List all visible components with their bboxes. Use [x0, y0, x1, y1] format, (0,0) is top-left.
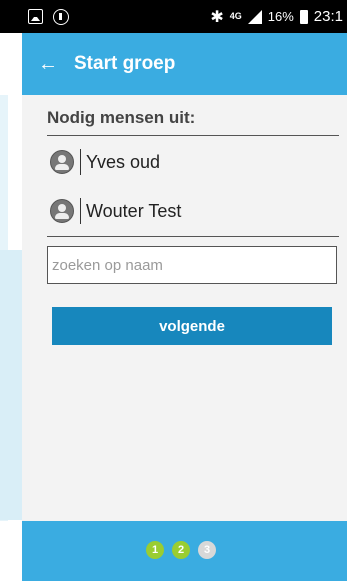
person-item[interactable]: Wouter Test	[50, 194, 181, 228]
back-arrow-icon[interactable]: ←	[22, 53, 60, 76]
signal-icon	[247, 9, 262, 24]
separator	[80, 149, 81, 175]
step-indicator: 1 2 3	[146, 541, 216, 559]
background-shape	[0, 250, 22, 520]
bluetooth-icon: ✱	[210, 8, 224, 26]
person-name: Wouter Test	[86, 200, 182, 221]
person-name: Yves oud	[86, 151, 161, 172]
footer-bar: 1 2 3	[22, 521, 347, 581]
next-button[interactable]: volgende	[52, 307, 332, 345]
status-bar: ✱ 4G 16% 23:1	[0, 0, 347, 33]
divider	[47, 135, 339, 136]
sync-notification-icon	[53, 8, 69, 25]
invite-section-title: Nodig mensen uit:	[47, 108, 196, 127]
network-type: 4G	[229, 11, 242, 21]
person-item[interactable]: Yves oud	[50, 145, 160, 179]
avatar-icon	[50, 150, 74, 174]
app-bar: ← Start groep	[22, 33, 347, 95]
step-2-indicator: 2	[172, 541, 190, 559]
battery-percentage: 16%	[267, 9, 294, 24]
step-1-indicator: 1	[146, 541, 164, 559]
clock: 23:1	[313, 8, 343, 25]
page-title: Start groep	[74, 53, 176, 74]
separator	[80, 198, 81, 224]
image-notification-icon	[28, 9, 43, 24]
search-input[interactable]	[47, 246, 337, 284]
step-3-indicator: 3	[198, 541, 216, 559]
battery-icon	[299, 9, 308, 24]
divider	[47, 236, 339, 237]
avatar-icon	[50, 199, 74, 223]
